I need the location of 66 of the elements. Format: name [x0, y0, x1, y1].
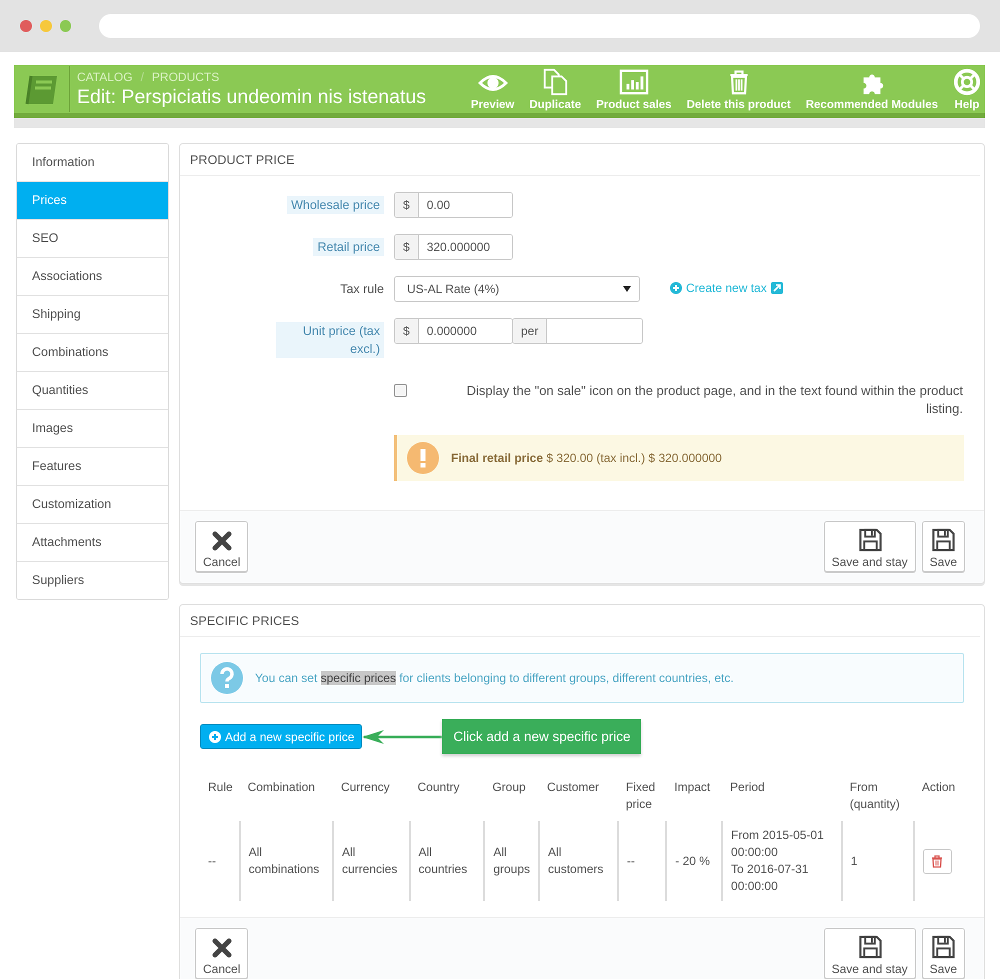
question-icon [211, 662, 243, 694]
save-button[interactable]: Save and stay [824, 521, 916, 572]
column-header: Impact [666, 779, 722, 821]
dropdown-arrow-icon [623, 286, 631, 292]
exclamation-icon [407, 442, 439, 474]
table-cell: 1 [842, 821, 914, 901]
table-cell: - 20 % [666, 821, 722, 901]
panel-title: PRODUCT PRICE [180, 144, 980, 176]
external-link-icon [770, 282, 783, 294]
table-cell: All countries [410, 821, 484, 901]
field-label: Wholesale price [287, 196, 384, 214]
info-text: You can set specific prices for clients belonging to different groups, different countries, etc. [255, 671, 734, 685]
column-header: Currency [332, 779, 410, 821]
cancel-button[interactable]: Cancel [195, 521, 248, 572]
plus-circle-icon [209, 730, 221, 742]
lifebuoy-icon [953, 68, 981, 96]
checkbox[interactable] [394, 384, 407, 397]
price-field[interactable]: $ 320.000000 [394, 234, 513, 260]
price-field[interactable]: $ 0.00 [394, 192, 513, 218]
table-cell: -- [200, 821, 240, 901]
table-cell: -- [618, 821, 666, 901]
panel-title: SPECIFIC PRICES [180, 605, 980, 637]
save-button[interactable]: Save [922, 928, 965, 979]
checkbox-label: Display the "on sale" icon on the product page, and in the text found within the product listing. [466, 382, 963, 418]
save-button[interactable]: Save and stay [824, 928, 916, 979]
table-cell: From 2015-05-01 00:00:00 To 2016-07-31 00:00:00 [722, 821, 842, 901]
column-header: Customer [539, 779, 618, 821]
delete-button[interactable] [922, 848, 952, 874]
column-header: Country [410, 779, 484, 821]
save-icon [930, 527, 956, 552]
save-icon [856, 527, 883, 552]
field-label: Retail price [313, 238, 384, 256]
field-label: Unit price (tax excl.) [276, 322, 384, 358]
maximize-window-dot[interactable] [60, 20, 72, 32]
cancel-button[interactable]: Cancel [195, 928, 248, 979]
close-icon [210, 937, 233, 959]
price-field[interactable]: $ 0.000000 [394, 318, 513, 344]
column-header: Fixed price [618, 779, 666, 821]
tax-rule-dropdown[interactable]: US-AL Rate (4%) [394, 276, 640, 302]
table-cell: All groups [484, 821, 540, 901]
page-title: Edit: Perspiciatis undeomin nis istenatus [77, 86, 428, 108]
trash-icon [931, 854, 944, 868]
column-header: Group [484, 779, 540, 821]
per-unit-field[interactable]: per [512, 318, 643, 344]
bar-chart-icon [618, 68, 649, 96]
field-label: Tax rule [340, 281, 384, 298]
column-header: Period [722, 779, 842, 821]
breadcrumb-separator: / [140, 70, 144, 84]
table-cell: All customers [539, 821, 618, 901]
close-icon [210, 530, 233, 552]
final-price-text: Final retail price $ 320.00 (tax incl.) $ 320.000000 [451, 451, 722, 465]
save-button[interactable]: Save [922, 521, 965, 572]
close-window-dot[interactable] [20, 20, 32, 32]
save-icon [930, 934, 956, 959]
column-header: Combination [240, 779, 333, 821]
column-header: Action [914, 779, 964, 821]
table-cell: All combinations [240, 821, 333, 901]
duplicate-icon [541, 68, 570, 96]
plus-circle-icon [670, 282, 682, 294]
sidebar-tab[interactable]: Suppliers [17, 561, 168, 599]
column-header: From (quantity) [842, 779, 914, 821]
column-header: Rule [200, 779, 240, 821]
save-icon [856, 934, 883, 959]
tooltip-callout: Click add a new specific price [442, 719, 642, 754]
minimize-window-dot[interactable] [40, 20, 52, 32]
table-cell: All currencies [332, 821, 410, 901]
